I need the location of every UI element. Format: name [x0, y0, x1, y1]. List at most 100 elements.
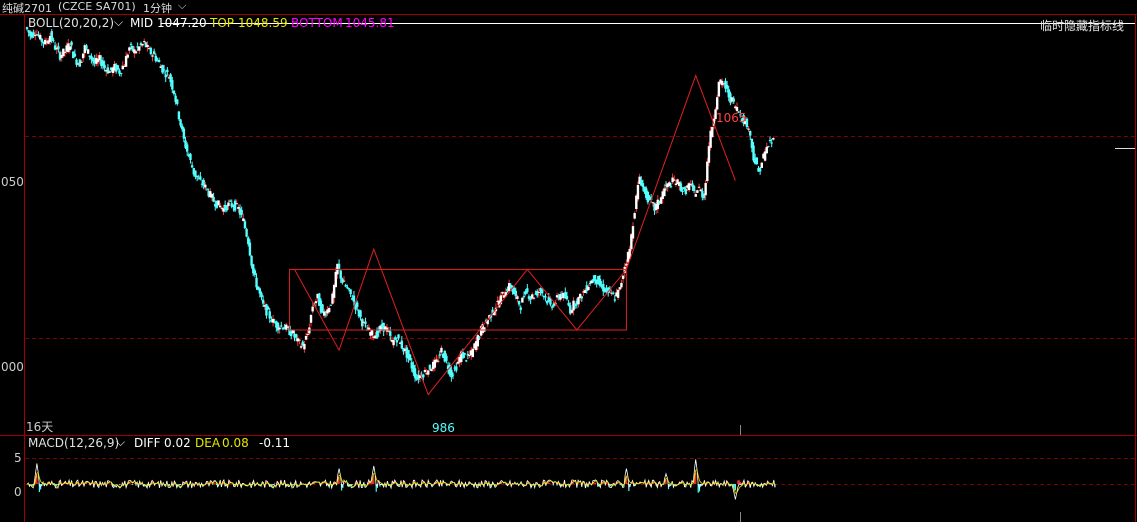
candle-body — [732, 98, 735, 102]
candle-body — [587, 286, 590, 291]
candle-body — [570, 310, 574, 313]
candle-body — [758, 168, 762, 172]
candle-body — [248, 242, 252, 256]
hide-indicator-button[interactable]: 临时隐藏指标线 — [1040, 17, 1124, 34]
zigzag-trendline — [294, 74, 736, 396]
candle-body — [544, 296, 547, 298]
candle-body — [85, 45, 88, 49]
candle-body — [280, 325, 283, 327]
boll-top-value: 1048.59 — [238, 16, 288, 30]
candle-body — [349, 289, 352, 295]
candle-body — [261, 299, 265, 304]
candle-body — [304, 335, 308, 340]
candle-body — [580, 296, 584, 299]
candle-body — [134, 51, 138, 54]
macd-diff-line — [26, 459, 776, 500]
candle-body — [706, 161, 709, 181]
candle-body — [255, 277, 258, 288]
candle-body — [271, 318, 275, 323]
candle-body — [143, 41, 146, 43]
candle-body — [177, 111, 181, 120]
candle-body — [342, 280, 346, 282]
candle-body — [337, 263, 341, 269]
candle-body — [265, 304, 268, 316]
candle-body — [32, 32, 35, 36]
candle-body — [768, 139, 772, 142]
candle-body — [631, 226, 635, 239]
candle-body — [157, 60, 161, 63]
boll-indicator-label[interactable]: BOLL(20,20,2) — [28, 16, 114, 30]
candle-body — [725, 84, 729, 89]
candle-body — [81, 53, 85, 59]
candle-body — [620, 282, 623, 288]
candle-body — [400, 340, 404, 349]
candle-body — [195, 175, 199, 178]
candle-body — [577, 297, 580, 305]
candle-body — [430, 369, 433, 372]
candle-body — [149, 47, 153, 55]
candle-body — [218, 205, 222, 208]
candle-body — [204, 184, 207, 188]
candle-body — [463, 352, 466, 355]
candle-body — [413, 368, 417, 378]
candle-body — [428, 364, 432, 370]
candle-body — [266, 306, 270, 310]
boll-bottom-label: BOTTOM — [291, 16, 343, 30]
candle-body — [669, 186, 673, 188]
candle-body — [682, 187, 686, 190]
candle-body — [673, 179, 676, 181]
chevron-down-icon[interactable]: ⌵ — [114, 15, 123, 30]
candle-body — [697, 186, 701, 188]
candle-body — [146, 44, 149, 48]
candle-body — [537, 291, 541, 293]
candle-body — [663, 188, 666, 197]
macd-indicator-label[interactable]: MACD(12,26,9) — [28, 436, 119, 450]
candle-body — [770, 142, 773, 144]
candle-body — [245, 228, 248, 237]
candle-body — [314, 301, 318, 304]
candle-body — [73, 53, 77, 57]
chevron-down-icon[interactable]: ⌵ — [116, 435, 125, 450]
candle-body — [389, 331, 392, 336]
candle-body — [408, 354, 412, 361]
candle-body — [212, 196, 215, 202]
candle-body — [423, 369, 427, 373]
price-tick-label: 000 — [1, 360, 24, 374]
candle-body — [720, 80, 724, 86]
candle-body — [268, 311, 271, 319]
macd-dea-label: DEA — [195, 436, 221, 450]
candle-body — [519, 307, 522, 310]
candle-body — [278, 327, 281, 330]
candle-body — [633, 213, 636, 219]
candle-body — [258, 288, 262, 294]
candle-body — [450, 369, 453, 378]
candle-body — [52, 39, 55, 41]
candle-body — [427, 370, 430, 375]
candle-body — [684, 188, 688, 194]
candle-body — [344, 284, 347, 287]
candle-body — [549, 298, 552, 305]
candle-body — [86, 49, 90, 54]
candle-body — [395, 340, 399, 343]
candle-body — [440, 347, 443, 353]
candle-body — [359, 310, 362, 317]
candle-body — [717, 81, 721, 97]
candle-body — [517, 301, 521, 305]
candle-body — [501, 291, 504, 294]
candle-body — [540, 289, 544, 294]
macd-value: -0.11 — [259, 436, 291, 450]
boll-mid-label: MID — [130, 16, 154, 30]
candle-body — [641, 183, 645, 188]
candle-body — [253, 270, 257, 275]
candle-body — [455, 366, 458, 371]
low-annotation: 986 — [432, 421, 455, 435]
candle-body — [532, 297, 536, 299]
candle-body — [190, 165, 194, 168]
boll-top-label: TOP — [210, 16, 235, 30]
candle-body — [749, 130, 752, 136]
candle-body — [228, 200, 232, 202]
candle-body — [242, 218, 245, 221]
candle-body — [478, 337, 481, 339]
candle-body — [648, 196, 651, 198]
candle-body — [394, 337, 397, 340]
